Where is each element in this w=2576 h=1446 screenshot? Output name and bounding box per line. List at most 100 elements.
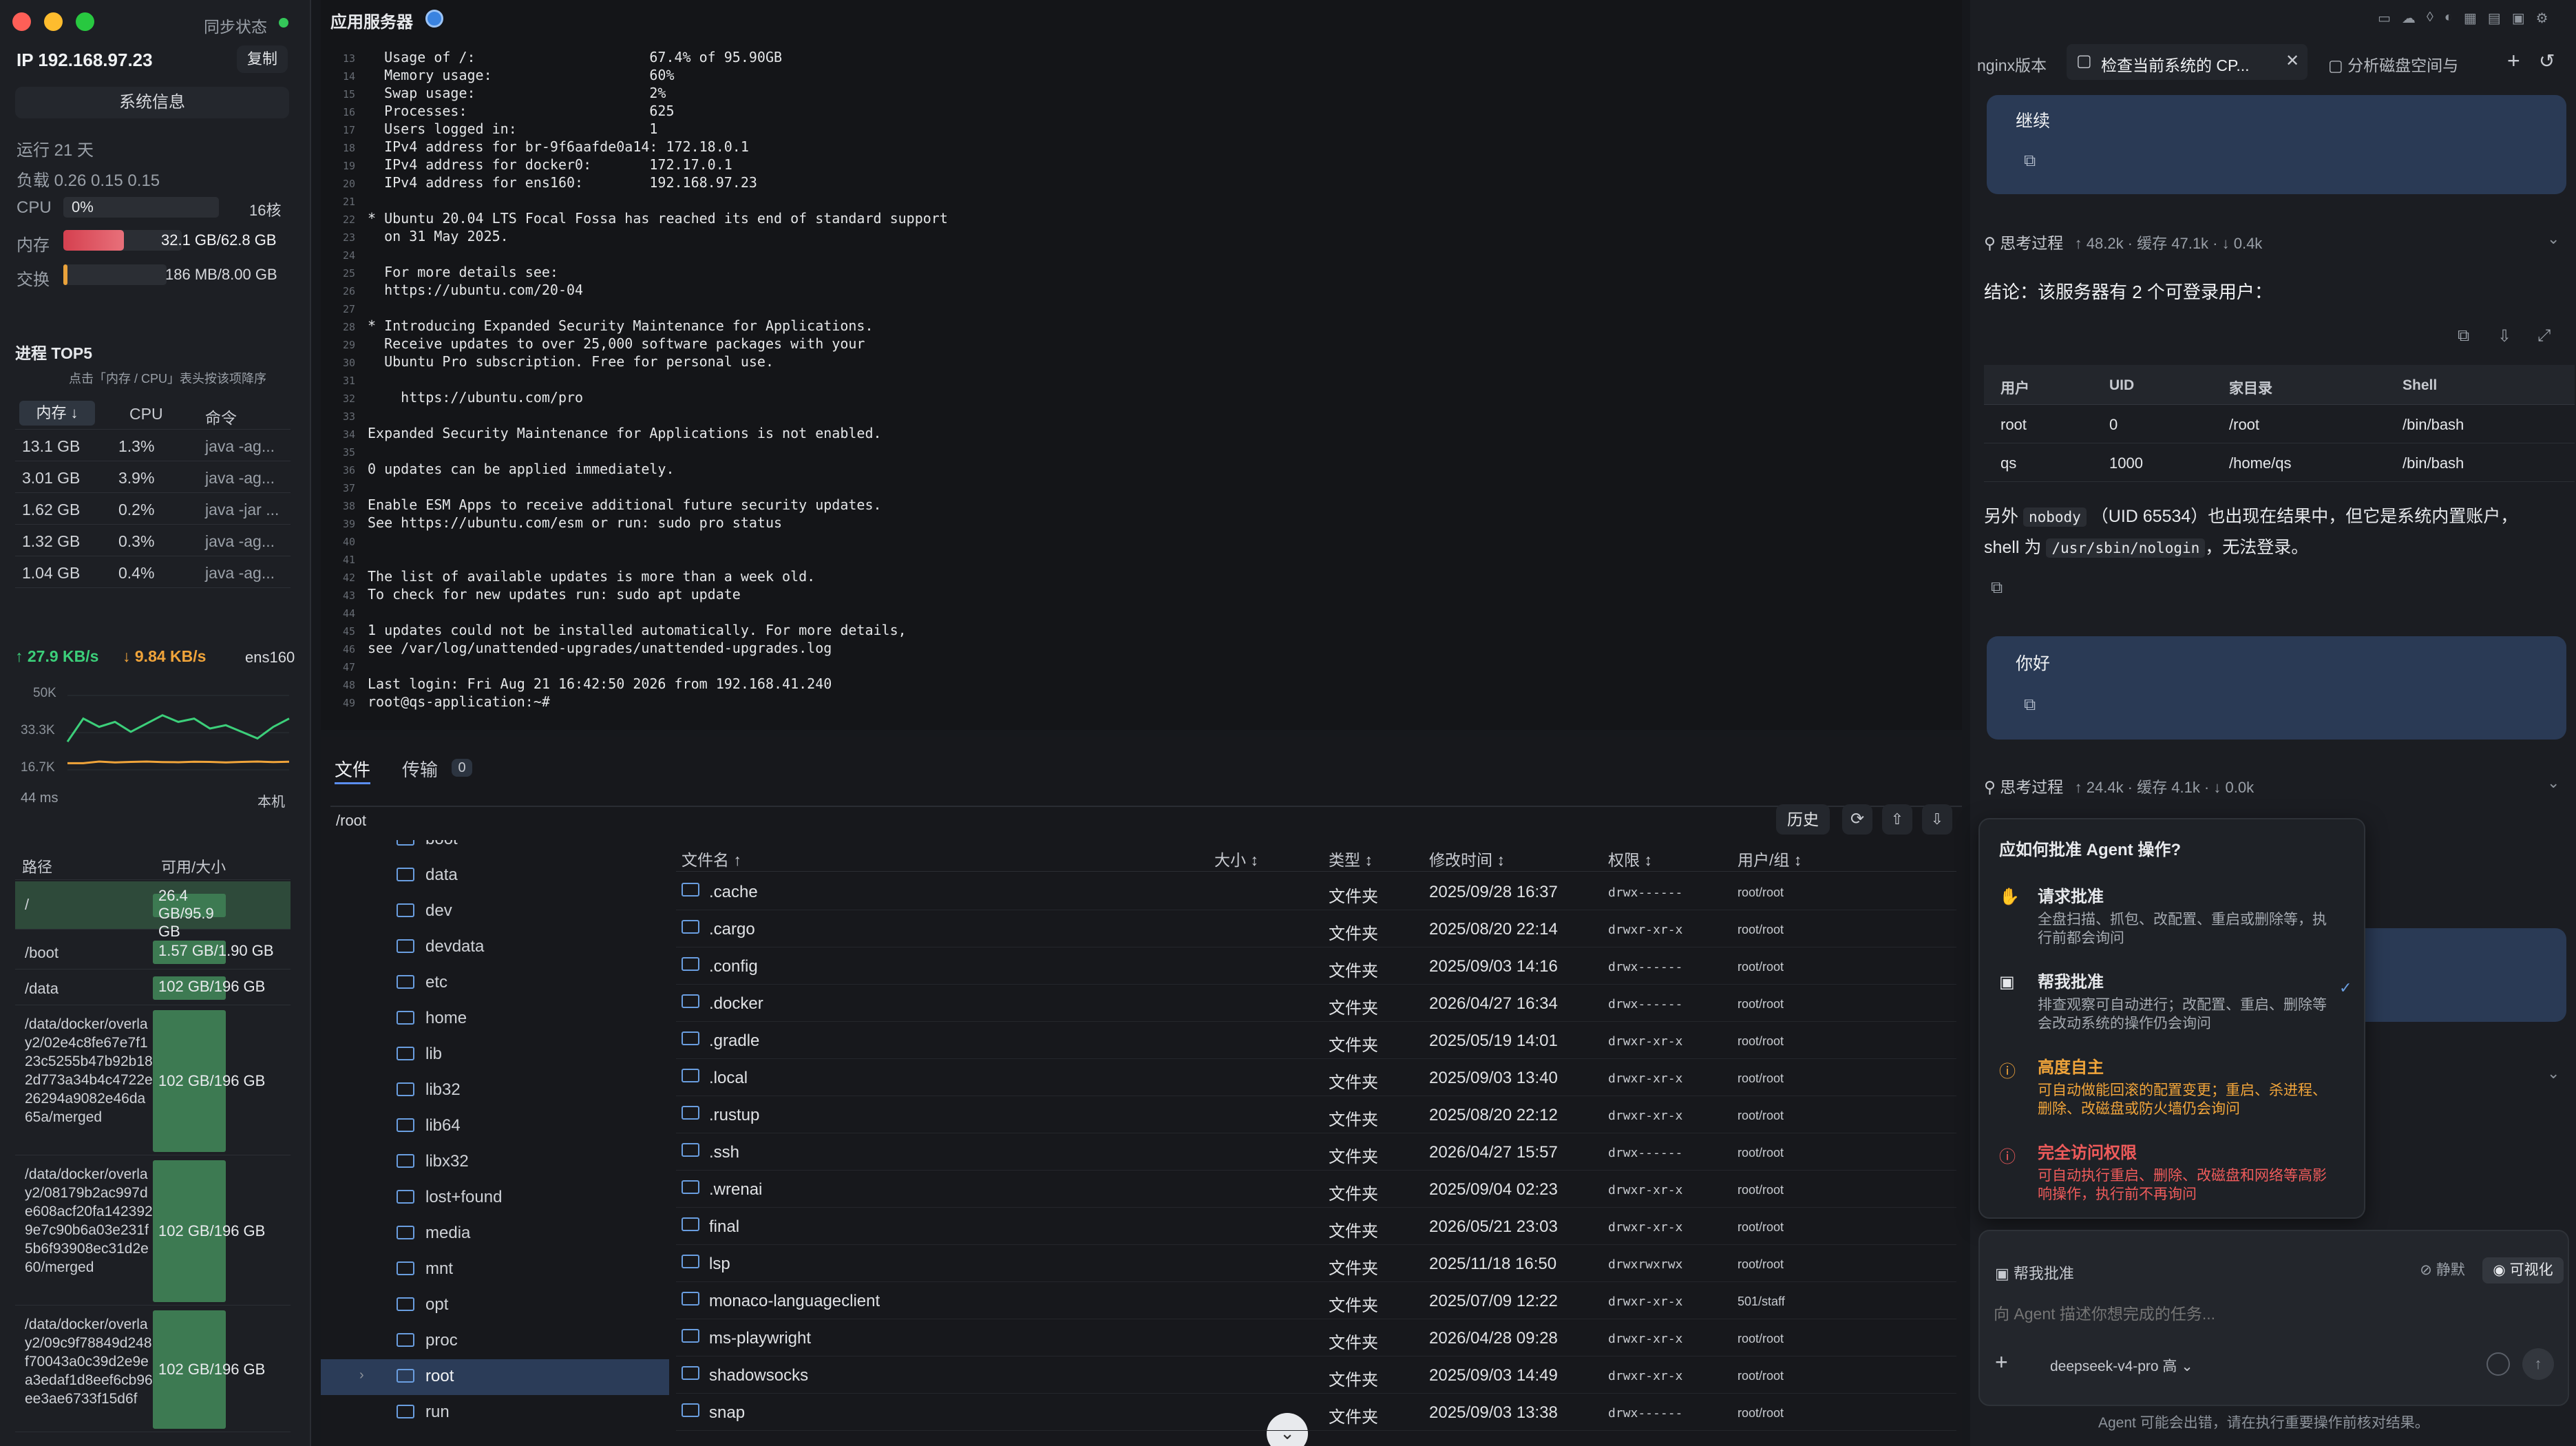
copy-icon[interactable]: ⧉: [2458, 326, 2469, 346]
column-size[interactable]: 大小 ↕: [1214, 847, 1258, 870]
thinking-header[interactable]: ⚲ 思考过程 ↑ 48.2k · 缓存 47.1k · ↓ 0.4k: [1984, 230, 2262, 253]
file-row[interactable]: .docker 文件夹 2026/04/27 16:34 drwx------ root…: [676, 985, 1956, 1022]
upload-icon[interactable]: ⇧: [1882, 804, 1912, 835]
tree-item-devdata[interactable]: devdata: [397, 930, 610, 965]
file-row[interactable]: final 文件夹 2026/05/21 23:03 drwxr-xr-x root/r…: [676, 1208, 1956, 1245]
sort-by-cpu-header[interactable]: CPU: [129, 405, 163, 423]
terminal-panel[interactable]: 应用服务器 13 Usage of /: 67.4% of 95.90GB 14 …: [321, 0, 1962, 730]
process-row[interactable]: 1.32 GB 0.3% java -ag...: [15, 525, 291, 556]
file-row[interactable]: .cache 文件夹 2025/09/28 16:37 drwx------ root/…: [676, 873, 1956, 910]
file-row[interactable]: snap 文件夹 2025/09/03 13:38 drwx------ root/ro…: [676, 1394, 1956, 1431]
approval-mode-button[interactable]: ▣ 帮我批准: [1995, 1261, 2074, 1283]
disk-row[interactable]: /data 102 GB/196 GB: [15, 971, 291, 1005]
tree-item-opt[interactable]: opt: [397, 1288, 610, 1323]
system-info-button[interactable]: 系统信息: [15, 87, 289, 118]
mute-toggle[interactable]: ⊘ 静默: [2408, 1259, 2477, 1282]
minimize-window-button[interactable]: [44, 12, 63, 31]
attach-icon[interactable]: +: [1995, 1350, 2008, 1375]
new-chat-icon[interactable]: +: [2507, 48, 2520, 74]
tree-item-lib[interactable]: lib: [397, 1037, 610, 1073]
send-button[interactable]: ↑: [2522, 1348, 2554, 1380]
terminal-output[interactable]: 13 Usage of /: 67.4% of 95.90GB 14 Memory…: [321, 48, 1959, 723]
file-row[interactable]: .config 文件夹 2025/09/03 14:16 drwx------ root…: [676, 947, 1956, 985]
tree-item-libx32[interactable]: libx32: [397, 1144, 610, 1180]
column-owner[interactable]: 用户/组 ↕: [1738, 847, 1802, 870]
copy-icon[interactable]: ⧉: [2024, 695, 2036, 715]
close-icon[interactable]: ✕: [2285, 51, 2299, 71]
disk-row[interactable]: /boot 1.57 GB/1.90 GB: [15, 935, 291, 970]
sort-by-memory-header[interactable]: 内存 ↓: [19, 401, 95, 426]
tree-item-root[interactable]: › root: [321, 1359, 669, 1395]
history-button[interactable]: 历史: [1776, 804, 1830, 835]
tree-item-lost-found[interactable]: lost+found: [397, 1180, 610, 1216]
thinking-header[interactable]: ⚲ 思考过程 ↑ 24.4k · 缓存 4.1k · ↓ 0.0k: [1984, 774, 2254, 797]
approval-option[interactable]: ⓘ 完全访问权限 可自动执行重启、删除、改磁盘和网络等高影响操作，执行前不再询问: [1980, 1136, 2364, 1216]
tab-transfer[interactable]: 传输: [402, 756, 438, 782]
grid-icon[interactable]: ▦: [2464, 10, 2477, 30]
history-icon[interactable]: ↺: [2539, 50, 2555, 72]
download-icon[interactable]: ⇩: [2498, 326, 2511, 346]
agent-task-input[interactable]: [1994, 1300, 2544, 1328]
file-row[interactable]: .gradle 文件夹 2025/05/19 14:01 drwxr-xr-x root…: [676, 1022, 1956, 1059]
file-row[interactable]: .ssh 文件夹 2026/04/27 15:57 drwx------ root/ro…: [676, 1133, 1956, 1171]
tree-item-proc[interactable]: proc: [397, 1323, 610, 1359]
file-row[interactable]: .local 文件夹 2025/09/03 13:40 drwxr-xr-x root/…: [676, 1059, 1956, 1096]
file-row[interactable]: monaco-languageclient 文件夹 2025/07/09 12:22…: [676, 1282, 1956, 1319]
tree-item-run[interactable]: run: [397, 1395, 610, 1431]
chevron-down-icon[interactable]: ⌄: [2547, 1065, 2559, 1082]
calendar-icon[interactable]: ▤: [2488, 10, 2501, 30]
maximize-window-button[interactable]: [76, 12, 94, 31]
tree-item-lib32[interactable]: lib32: [397, 1073, 610, 1109]
tree-item-dev[interactable]: dev: [397, 894, 610, 930]
copy-icon[interactable]: ⧉: [1991, 578, 2003, 598]
process-row[interactable]: 3.01 GB 3.9% java -ag...: [15, 461, 291, 493]
disk-row[interactable]: / 26.4 GB/95.9 GB: [15, 881, 291, 940]
chat-tab-nginx[interactable]: nginx版本: [1977, 52, 2047, 76]
download-icon[interactable]: ⇩: [1922, 804, 1952, 835]
refresh-icon[interactable]: ⟳: [1842, 804, 1872, 835]
process-row[interactable]: 1.62 GB 0.2% java -jar ...: [15, 493, 291, 525]
disk-row[interactable]: /data/docker/overlay2/02e4c8fe67e7f123c5…: [15, 1007, 291, 1155]
file-row[interactable]: lsp 文件夹 2025/11/18 16:50 drwxrwxrwx root/roo…: [676, 1245, 1956, 1282]
file-row[interactable]: shadowsocks 文件夹 2025/09/03 14:49 drwxr-xr-x…: [676, 1356, 1956, 1394]
approval-option[interactable]: ⓘ 高度自主 可自动做能回滚的配置变更；重启、杀进程、删除、改磁盘或防火墙仍会询问: [1980, 1051, 2364, 1131]
approval-option[interactable]: ▣ 帮我批准 排查观察可自动进行；改配置、重启、删除等会改动系统的操作仍会询问 ✓: [1980, 965, 2364, 1045]
close-window-button[interactable]: [12, 12, 31, 31]
file-row[interactable]: ms-playwright 文件夹 2026/04/28 09:28 drwxr-xr…: [676, 1319, 1956, 1356]
chat-tab-disk[interactable]: ▢ 分析磁盘空间与: [2328, 52, 2458, 76]
cloud-icon[interactable]: ☁: [2402, 10, 2416, 30]
copy-icon[interactable]: ⧉: [2024, 151, 2036, 171]
drop-icon[interactable]: ◊: [2427, 10, 2434, 30]
tree-item-boot[interactable]: boot: [397, 840, 610, 858]
process-row[interactable]: 13.1 GB 1.3% java -ag...: [15, 430, 291, 461]
tree-item-data[interactable]: data: [397, 858, 610, 894]
chevron-down-icon[interactable]: ⌄: [2547, 230, 2559, 248]
file-row[interactable]: .wrenai 文件夹 2025/09/04 02:23 drwxr-xr-x root…: [676, 1171, 1956, 1208]
column-mtime[interactable]: 修改时间 ↕: [1429, 847, 1505, 870]
tree-item-lib64[interactable]: lib64: [397, 1109, 610, 1144]
chevron-down-icon[interactable]: ⌄: [2547, 774, 2559, 792]
gear-icon[interactable]: ⚙: [2536, 10, 2548, 30]
tree-item-etc[interactable]: etc: [397, 965, 610, 1001]
tab-files[interactable]: 文件: [335, 756, 370, 782]
process-row[interactable]: 1.04 GB 0.4% java -ag...: [15, 556, 291, 588]
file-row[interactable]: .cargo 文件夹 2025/08/20 22:14 drwxr-xr-x root/…: [676, 910, 1956, 947]
monitor-icon[interactable]: ▣: [2512, 10, 2525, 30]
disk-row[interactable]: /data/docker/overlay2/09c9f78849d248f700…: [15, 1307, 291, 1432]
copy-ip-button[interactable]: 复制: [237, 45, 288, 73]
column-type[interactable]: 类型 ↕: [1329, 847, 1373, 870]
approval-option[interactable]: ✋ 请求批准 全盘扫描、抓包、改配置、重启或删除等，执行前都会询问: [1980, 880, 2364, 960]
tree-item-media[interactable]: media: [397, 1216, 610, 1252]
model-selector[interactable]: deepseek-v4-pro 高 ⌄: [2050, 1355, 2193, 1376]
tree-item-home[interactable]: home: [397, 1001, 610, 1037]
tree-item-mnt[interactable]: mnt: [397, 1252, 610, 1288]
column-name[interactable]: 文件名 ↑: [682, 847, 741, 870]
moon-icon[interactable]: ◐: [2445, 10, 2453, 30]
visual-toggle[interactable]: ◉ 可视化: [2482, 1257, 2564, 1283]
file-row[interactable]: .rustup 文件夹 2025/08/20 22:12 drwxr-xr-x root…: [676, 1096, 1956, 1133]
folder-icon[interactable]: ▭: [2378, 10, 2391, 30]
disk-row[interactable]: /data/docker/overlay2/08179b2ac997de608a…: [15, 1157, 291, 1306]
expand-icon[interactable]: ⤢: [2537, 326, 2551, 346]
chat-tab-active[interactable]: ▢ 检查当前系统的 CP... ✕: [2067, 44, 2308, 80]
column-permission[interactable]: 权限 ↕: [1608, 847, 1652, 870]
